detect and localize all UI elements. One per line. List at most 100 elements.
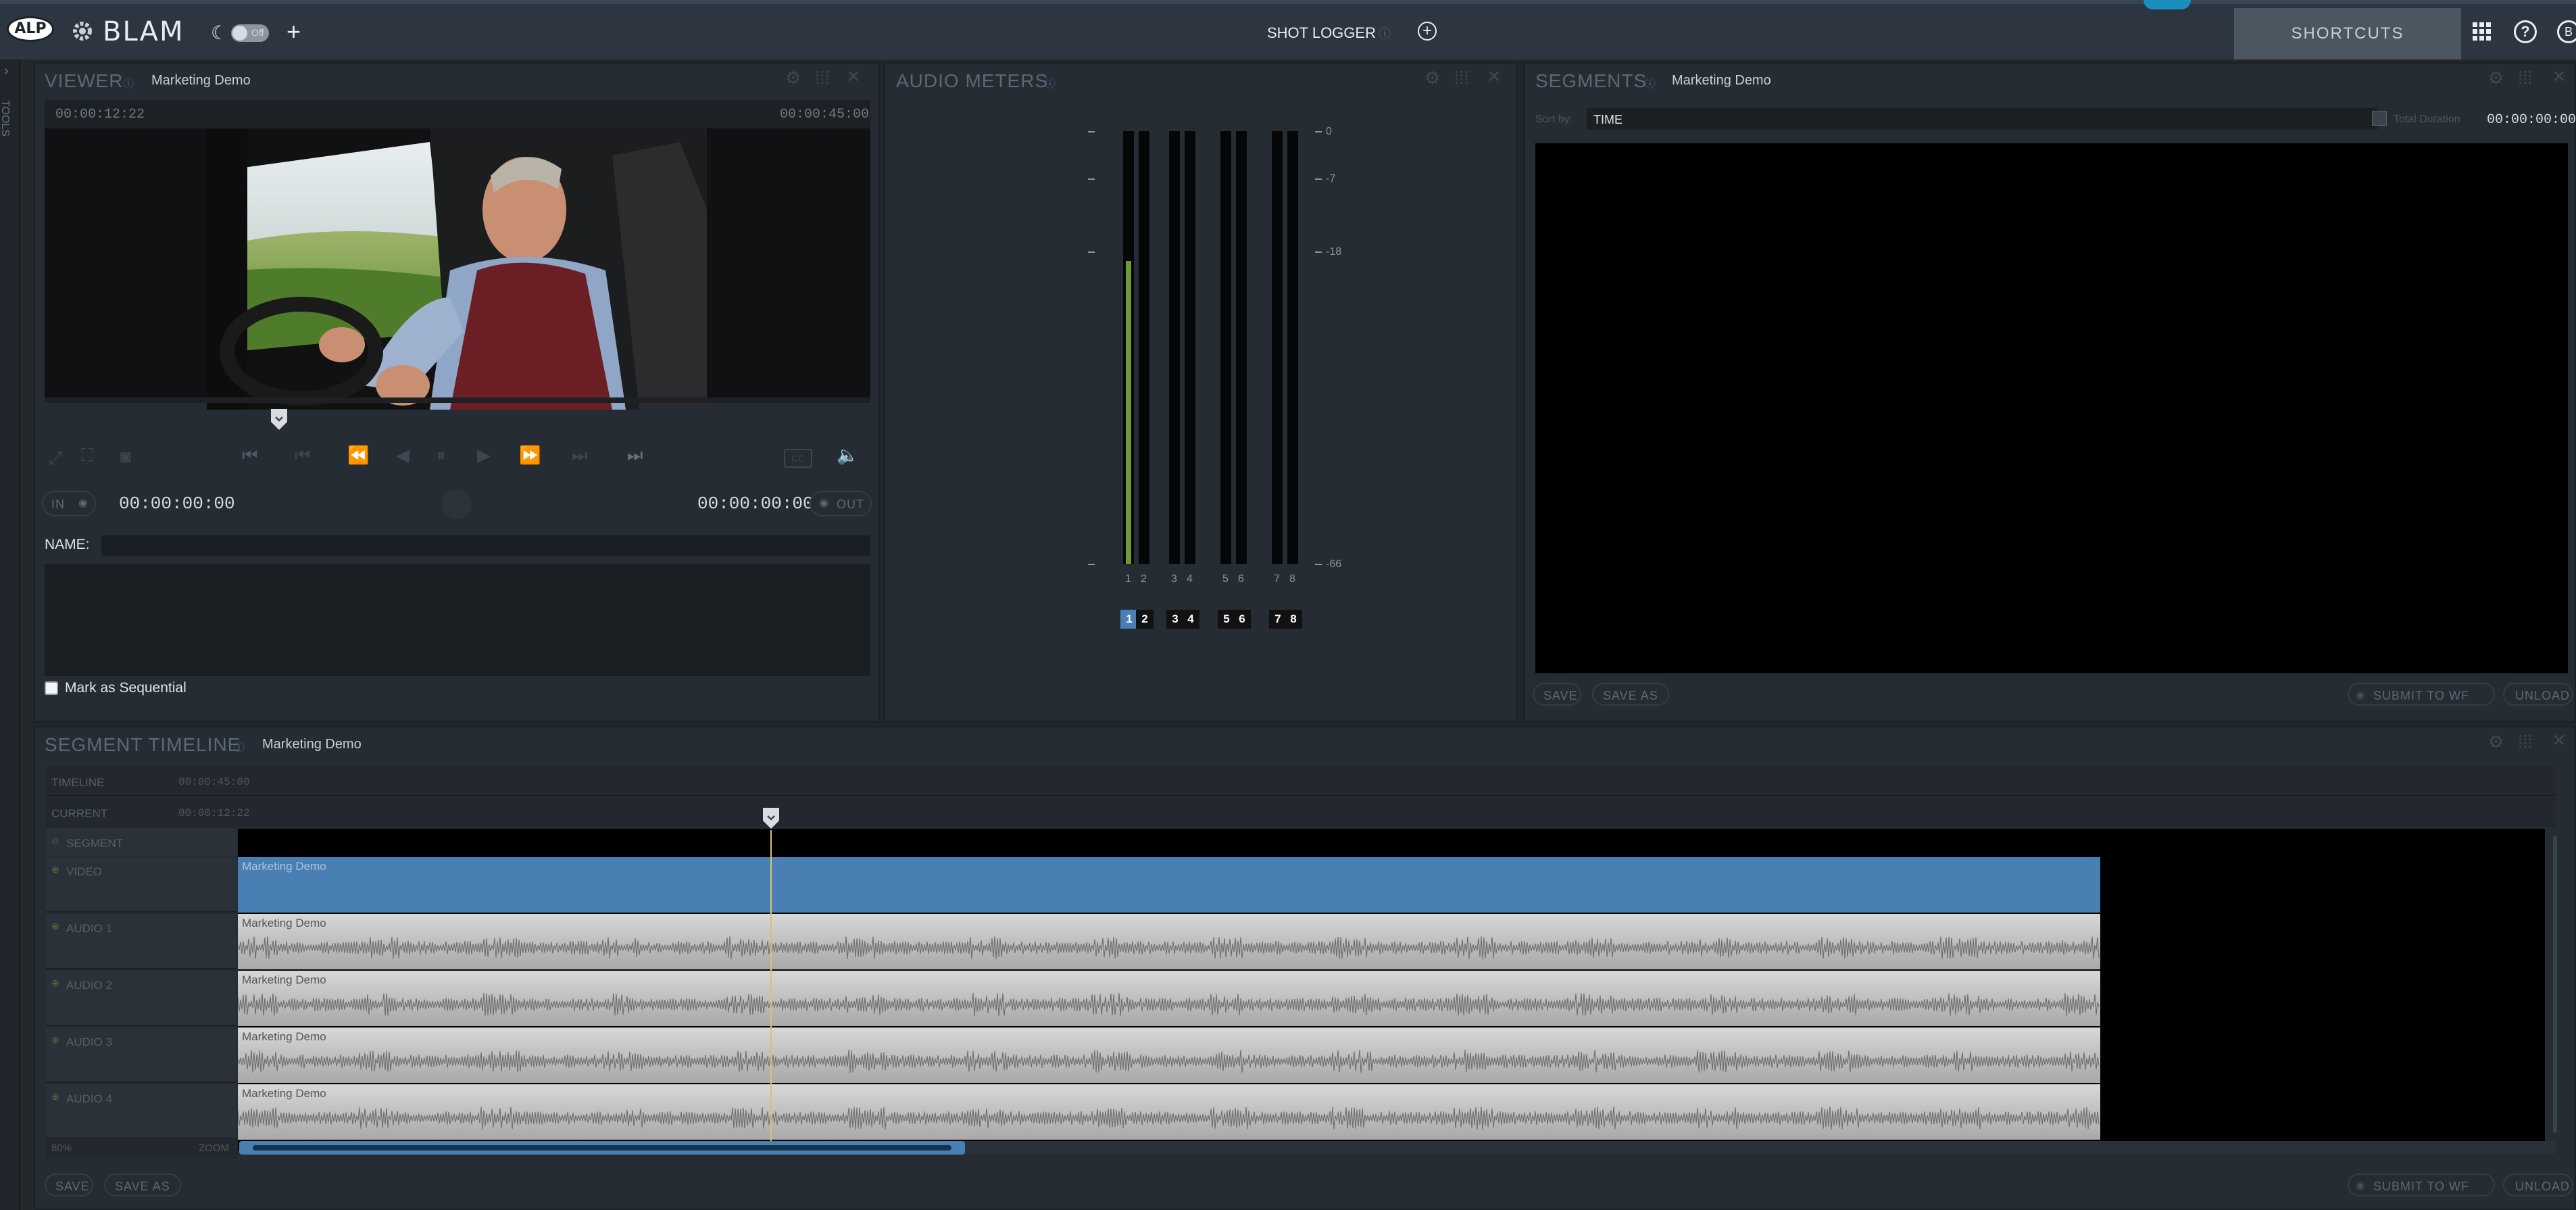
video-clip[interactable]: Marketing Demo xyxy=(238,857,2100,913)
timeline-playhead[interactable] xyxy=(762,807,780,1144)
notification-indicator[interactable] xyxy=(2144,0,2191,9)
timeline-info-icon[interactable]: ⓘ xyxy=(234,738,245,754)
sort-select[interactable]: TIME xyxy=(1587,108,2377,130)
settings-gear-icon[interactable]: ⚙ xyxy=(785,68,801,89)
segments-submit-button[interactable]: ◉ SUBMIT TO WF xyxy=(2348,683,2495,706)
audio-clip[interactable]: Marketing Demo xyxy=(238,914,2100,969)
apps-grid-icon[interactable] xyxy=(2472,22,2492,42)
out-timecode[interactable]: 00:00:00:00 xyxy=(697,493,814,514)
meter-channel-label: 7 xyxy=(1274,573,1280,585)
sequential-checkbox[interactable] xyxy=(45,681,58,695)
mark-in-button[interactable]: IN ◉ xyxy=(42,491,96,516)
segments-close-icon[interactable]: ✕ xyxy=(2552,66,2567,87)
duration-timecode: 00:00:45:00 xyxy=(780,107,870,122)
timeline-save-as-button[interactable]: SAVE AS xyxy=(104,1173,181,1196)
segments-list[interactable] xyxy=(1535,143,2568,673)
segments-layout-grid-icon[interactable]: ⁞⁞⁞ xyxy=(2518,68,2533,89)
audio-clip[interactable]: Marketing Demo xyxy=(238,1027,2100,1083)
timeline-unload-button[interactable]: UNLOAD xyxy=(2503,1173,2573,1196)
go-to-start-icon[interactable]: ⏮ xyxy=(242,445,257,466)
previous-segment-icon[interactable]: ⏮ xyxy=(295,445,310,466)
fullscreen-icon[interactable]: ⤢ xyxy=(49,447,63,469)
collapse-icon[interactable]: ⊖ xyxy=(51,836,59,847)
scrubber-handle[interactable] xyxy=(270,408,288,431)
timeline-save-button[interactable]: SAVE xyxy=(45,1173,93,1196)
fast-forward-icon[interactable]: ⏩ xyxy=(519,445,541,466)
segments-panel: SEGMENTS ⓘ Marketing Demo ⚙ ⁞⁞⁞ ✕ Sort b… xyxy=(1523,62,2576,723)
alp-logo[interactable]: ALP xyxy=(7,16,54,42)
layout-grid-icon[interactable]: ⁞⁞⁞ xyxy=(815,68,830,89)
mark-out-button[interactable]: ◉ OUT xyxy=(810,491,872,516)
segments-unload-button[interactable]: UNLOAD xyxy=(2503,683,2573,706)
meter-channel-label: 5 xyxy=(1222,573,1229,585)
track-enable-icon[interactable]: ⊕ xyxy=(51,921,59,932)
channel-toggle-4[interactable]: 4 xyxy=(1182,610,1199,629)
close-icon[interactable]: ✕ xyxy=(846,66,861,87)
track-enable-icon[interactable]: ⊕ xyxy=(51,977,59,989)
add-logger-icon[interactable]: + xyxy=(1418,22,1437,41)
avatar[interactable]: B xyxy=(2557,20,2576,43)
audio-close-icon[interactable]: ✕ xyxy=(1487,66,1502,87)
track-header[interactable]: ⊕ AUDIO 3 xyxy=(46,1027,237,1083)
segments-save-button[interactable]: SAVE xyxy=(1533,683,1581,706)
total-duration-label: Total Duration xyxy=(2394,114,2460,125)
meter-channel-label: 3 xyxy=(1171,573,1177,585)
in-timecode[interactable]: 00:00:00:00 xyxy=(119,493,235,514)
cc-icon[interactable]: CC xyxy=(784,449,812,468)
track-enable-icon[interactable]: ⊕ xyxy=(51,1034,59,1046)
segments-submit-label: SUBMIT TO WF xyxy=(2373,689,2470,702)
video-viewport[interactable]: 00:00:12:22 00:00:45:00 xyxy=(45,100,870,410)
tools-sidebar[interactable]: › TOOLS xyxy=(0,59,20,1210)
segments-settings-gear-icon[interactable]: ⚙ xyxy=(2488,68,2504,89)
step-back-icon[interactable]: ◀ xyxy=(396,445,410,466)
timeline-close-icon[interactable]: ✕ xyxy=(2552,730,2567,751)
meter-channel-label: 6 xyxy=(1238,573,1244,585)
segment-name-input[interactable] xyxy=(101,535,870,556)
timeline-layout-grid-icon[interactable]: ⁞⁞⁞ xyxy=(2518,731,2533,752)
snapshot-camera-icon[interactable]: ◙ xyxy=(120,446,131,467)
volume-icon[interactable]: 🔈 xyxy=(837,445,858,466)
expand-icon[interactable]: ⛶ xyxy=(81,445,93,466)
audio-info-icon[interactable]: ⓘ xyxy=(1045,74,1056,91)
scale-label-66: -66 xyxy=(1326,558,1342,570)
next-segment-icon[interactable]: ⏭ xyxy=(572,445,587,466)
audio-clip[interactable]: Marketing Demo xyxy=(238,1084,2100,1140)
viewer-info-icon[interactable]: ⓘ xyxy=(123,74,134,91)
track-enable-icon[interactable]: ⊕ xyxy=(51,864,59,875)
channel-toggle-6[interactable]: 6 xyxy=(1233,610,1251,629)
channel-toggle-2[interactable]: 2 xyxy=(1136,610,1154,629)
scrubber-track[interactable] xyxy=(45,406,870,430)
go-to-end-icon[interactable]: ⏭ xyxy=(627,445,643,466)
audio-settings-gear-icon[interactable]: ⚙ xyxy=(1425,68,1440,89)
timeline-vertical-scrollbar[interactable] xyxy=(2553,836,2557,1133)
segment-timeline-panel: SEGMENT TIMELINE ⓘ Marketing Demo ⚙ ⁞⁞⁞ … xyxy=(34,726,2576,1210)
timeline-settings-gear-icon[interactable]: ⚙ xyxy=(2488,731,2504,752)
track-header[interactable]: ⊕ VIDEO xyxy=(46,857,237,913)
track-enable-icon[interactable]: ⊕ xyxy=(51,1091,59,1103)
track-header[interactable]: ⊕ AUDIO 4 xyxy=(46,1084,237,1140)
shortcuts-button[interactable]: SHORTCUTS xyxy=(2234,8,2461,59)
audio-clip[interactable]: Marketing Demo xyxy=(238,971,2100,1026)
timeline-submit-button[interactable]: ◉ SUBMIT TO WF xyxy=(2348,1173,2495,1196)
step-forward-icon[interactable]: ▶ xyxy=(477,445,491,466)
expand-chevron-icon[interactable]: › xyxy=(4,64,9,79)
channel-toggle-8[interactable]: 8 xyxy=(1285,610,1302,629)
track-header[interactable]: ⊕ AUDIO 2 xyxy=(46,971,237,1026)
segments-save-as-button[interactable]: SAVE AS xyxy=(1592,683,1669,706)
help-icon[interactable]: ? xyxy=(2514,20,2537,43)
theme-toggle[interactable]: ☾ Off xyxy=(211,20,272,43)
zoom-slider-track[interactable] xyxy=(239,1141,2556,1155)
zoom-percent: 80% xyxy=(51,1142,72,1154)
rewind-icon[interactable]: ⏪ xyxy=(347,445,369,466)
audio-layout-grid-icon[interactable]: ⁞⁞⁞ xyxy=(1454,68,1469,89)
info-icon[interactable]: ⓘ xyxy=(1379,24,1391,42)
segment-notes-textarea[interactable] xyxy=(45,564,870,676)
segments-info-icon[interactable]: ⓘ xyxy=(1645,74,1656,91)
track-label: AUDIO 3 xyxy=(66,1036,113,1048)
total-duration-checkbox[interactable] xyxy=(2372,111,2387,126)
add-icon[interactable]: + xyxy=(287,18,301,46)
segment-add-icon[interactable] xyxy=(442,489,472,519)
pause-icon[interactable]: ⏸ xyxy=(437,445,445,466)
track-header[interactable]: ⊕ AUDIO 1 xyxy=(46,914,237,969)
zoom-slider-range[interactable] xyxy=(239,1141,965,1155)
